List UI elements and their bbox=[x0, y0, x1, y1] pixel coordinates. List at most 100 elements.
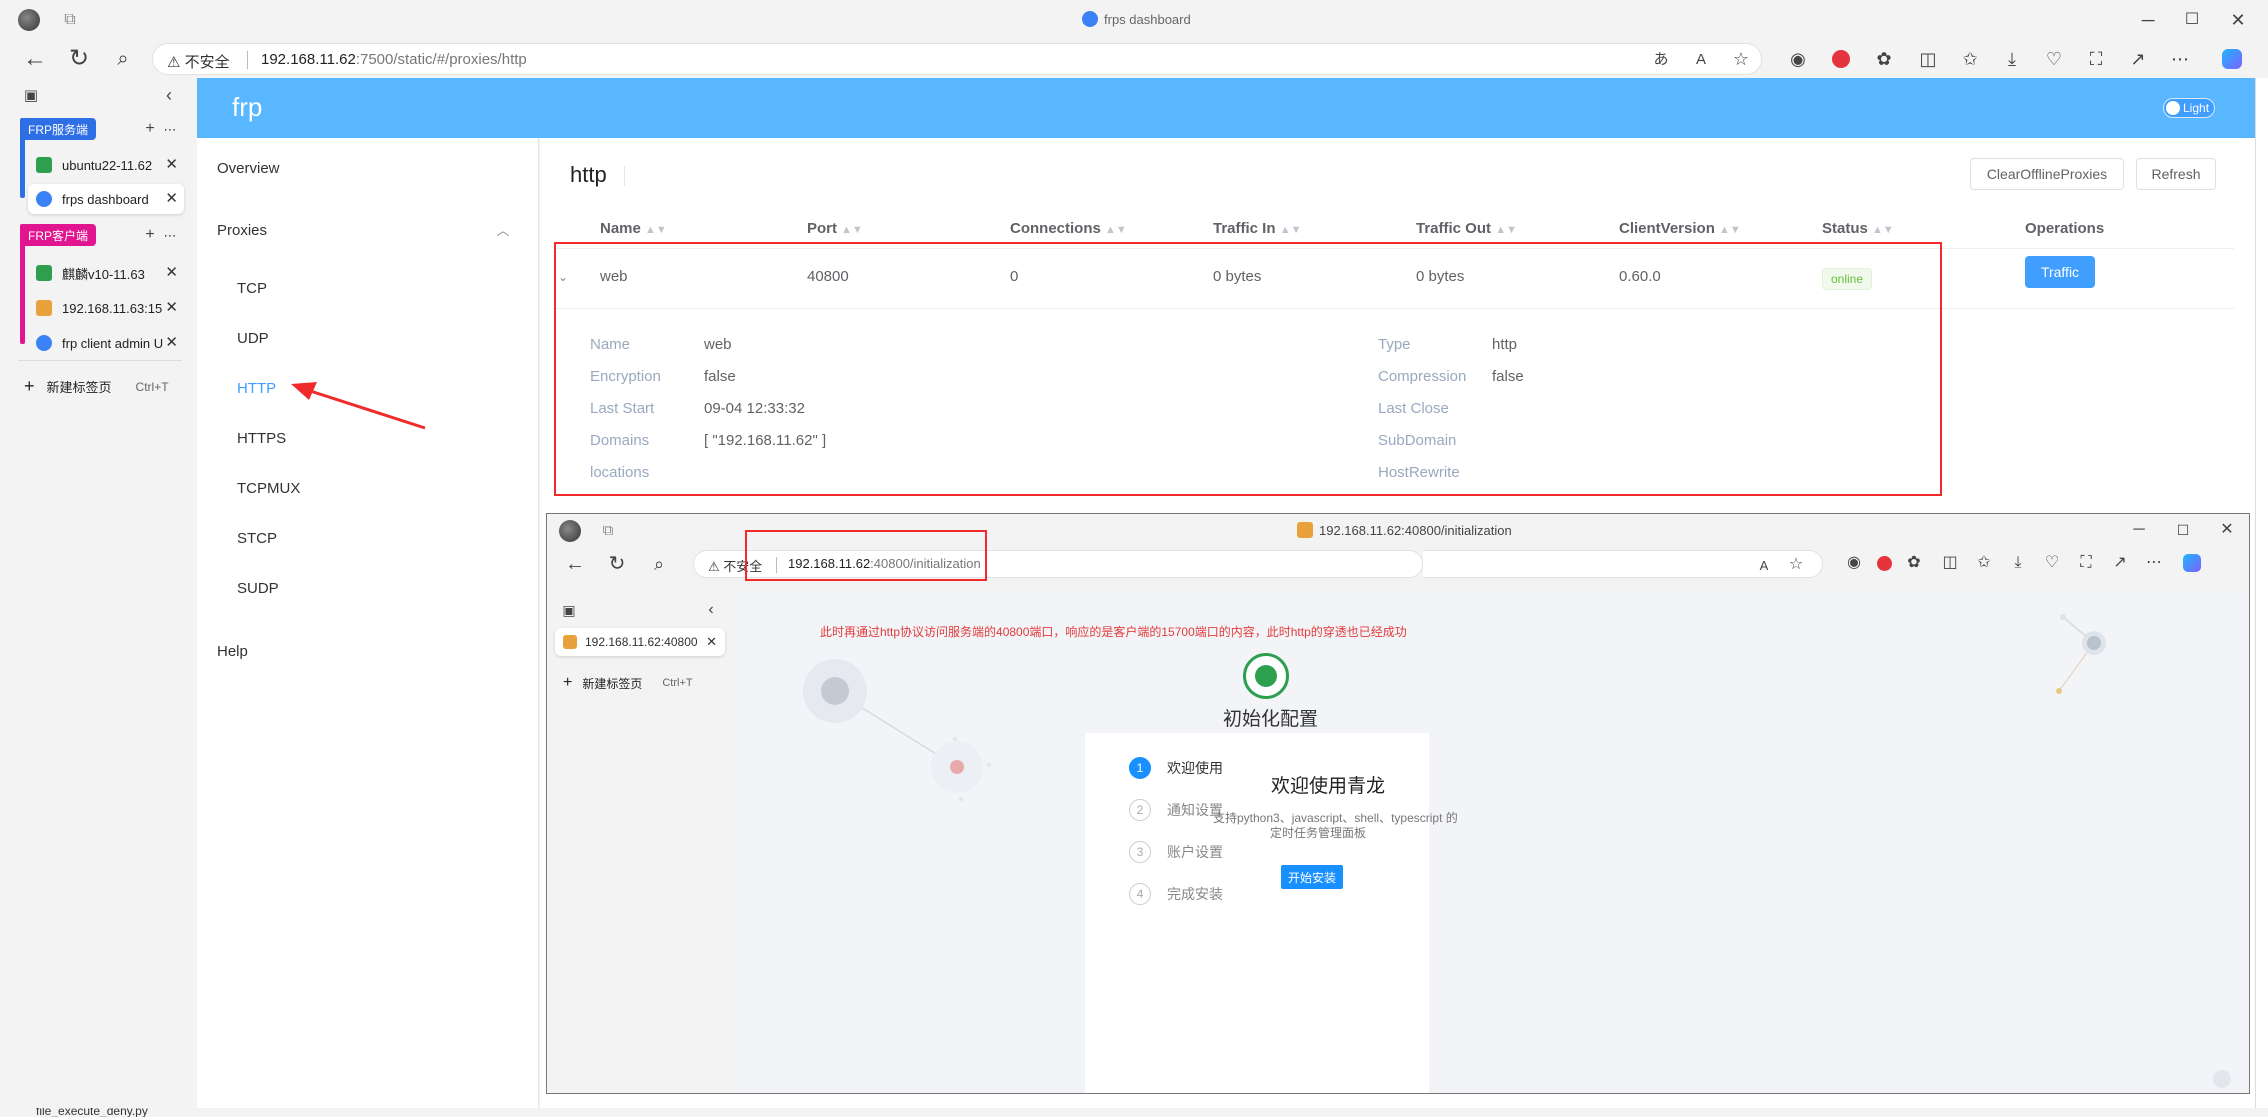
tab-frps-dashboard[interactable]: frps dashboard ✕ bbox=[28, 184, 184, 214]
group1-more-icon[interactable]: ⋯ bbox=[162, 120, 178, 138]
col-client-version[interactable]: ClientVersion ▲▼ bbox=[1619, 220, 1741, 237]
sort-icon[interactable]: ▲▼ bbox=[1495, 224, 1517, 236]
inner-puzzle-icon[interactable]: ✿ bbox=[1903, 552, 1925, 574]
inner-tab-actions-icon[interactable]: ▣ bbox=[559, 600, 579, 620]
group1-add-icon[interactable]: + bbox=[142, 120, 158, 138]
extension-record-icon[interactable]: ◉ bbox=[1786, 47, 1810, 71]
inner-downloads-icon[interactable]: ⤓ bbox=[2007, 552, 2029, 574]
inner-screenshot-icon[interactable]: ⛶ bbox=[2075, 552, 2097, 574]
search-icon[interactable]: ⌕ bbox=[110, 46, 136, 72]
traffic-button[interactable]: Traffic bbox=[2025, 256, 2095, 288]
inner-favorites-icon[interactable]: ✩ bbox=[1973, 552, 1995, 574]
performance-icon[interactable]: ♡ bbox=[2042, 47, 2066, 71]
favorites-icon[interactable]: ✩ bbox=[1958, 47, 1982, 71]
col-traffic-in[interactable]: Traffic In ▲▼ bbox=[1213, 220, 1301, 237]
sort-icon[interactable]: ▲▼ bbox=[841, 224, 863, 236]
tab-192-168-11-63[interactable]: 192.168.11.63:15 ✕ bbox=[28, 293, 184, 323]
col-port[interactable]: Port ▲▼ bbox=[807, 220, 863, 237]
frp-brand[interactable]: frp bbox=[232, 92, 262, 123]
group2-more-icon[interactable]: ⋯ bbox=[162, 226, 178, 244]
close-tab-icon[interactable]: ✕ bbox=[165, 333, 178, 351]
minimize-icon[interactable]: ─ bbox=[2136, 8, 2160, 32]
back-icon[interactable]: ← bbox=[22, 46, 48, 72]
read-aloud-icon[interactable]: A bbox=[1689, 47, 1713, 71]
maximize-icon[interactable]: ☐ bbox=[2180, 8, 2204, 32]
nav-http[interactable]: HTTP bbox=[237, 380, 276, 397]
sort-icon[interactable]: ▲▼ bbox=[1872, 224, 1894, 236]
inner-copilot-icon[interactable] bbox=[2183, 554, 2201, 572]
clear-offline-proxies-button[interactable]: ClearOfflineProxies bbox=[1970, 158, 2124, 190]
inner-performance-icon[interactable]: ♡ bbox=[2041, 552, 2063, 574]
copilot-icon[interactable] bbox=[2222, 49, 2242, 69]
col-status[interactable]: Status ▲▼ bbox=[1822, 220, 1894, 237]
close-tab-icon[interactable]: ✕ bbox=[165, 155, 178, 173]
inner-split-icon[interactable]: ◫ bbox=[1939, 552, 1961, 574]
nav-https[interactable]: HTTPS bbox=[237, 430, 286, 447]
nav-tcp[interactable]: TCP bbox=[237, 280, 267, 297]
inner-more-icon[interactable]: ⋯ bbox=[2143, 552, 2165, 574]
start-install-button[interactable]: 开始安装 bbox=[1281, 865, 1343, 889]
close-tab-icon[interactable]: ✕ bbox=[165, 298, 178, 316]
inner-maximize-icon[interactable]: ☐ bbox=[2171, 518, 2195, 542]
tab-actions-icon[interactable]: ▣ bbox=[20, 84, 42, 106]
close-tab-icon[interactable]: ✕ bbox=[165, 263, 178, 281]
col-connections[interactable]: Connections ▲▼ bbox=[1010, 220, 1127, 237]
sort-icon[interactable]: ▲▼ bbox=[1280, 224, 1302, 236]
refresh-button[interactable]: Refresh bbox=[2136, 158, 2216, 190]
split-screen-icon[interactable]: ◫ bbox=[1916, 47, 1940, 71]
nav-proxies[interactable]: Proxies bbox=[217, 222, 267, 239]
collapse-panel-icon[interactable]: ‹ bbox=[158, 84, 180, 106]
tab-kylin-v10[interactable]: 麒麟v10-11.63 ✕ bbox=[28, 258, 184, 288]
inner-close-icon[interactable]: ✕ bbox=[2215, 518, 2239, 542]
inner-share-icon[interactable]: ↗ bbox=[2109, 552, 2131, 574]
nav-tcpmux[interactable]: TCPMUX bbox=[237, 480, 300, 497]
close-window-icon[interactable]: ✕ bbox=[2226, 8, 2250, 32]
sort-icon[interactable]: ▲▼ bbox=[1719, 224, 1741, 236]
inner-collapse-icon[interactable]: ‹ bbox=[701, 600, 721, 620]
inner-profile-avatar[interactable] bbox=[559, 520, 581, 542]
address-url[interactable]: 192.168.11.62:7500/static/#/proxies/http bbox=[261, 51, 527, 68]
favorite-star-icon[interactable]: ☆ bbox=[1729, 47, 1753, 71]
tab-ubuntu22[interactable]: ubuntu22-11.62 ✕ bbox=[28, 150, 184, 180]
downloads-icon[interactable]: ⤓ bbox=[2000, 47, 2024, 71]
tab-group-frp-server[interactable]: FRP服务端 bbox=[20, 118, 97, 140]
workspaces-icon[interactable]: ⧉ bbox=[58, 8, 82, 32]
nav-udp[interactable]: UDP bbox=[237, 330, 269, 347]
inner-new-tab-button[interactable]: + 新建标签页 Ctrl+T bbox=[563, 674, 693, 692]
close-tab-icon[interactable]: ✕ bbox=[165, 189, 178, 207]
nav-overview[interactable]: Overview bbox=[217, 160, 280, 177]
translate-icon[interactable]: あ bbox=[1649, 47, 1673, 71]
nav-stcp[interactable]: STCP bbox=[237, 530, 277, 547]
inner-read-aloud-icon[interactable]: A bbox=[1753, 554, 1775, 576]
tab-group-frp-client[interactable]: FRP客户端 bbox=[20, 224, 97, 246]
inner-search-icon[interactable]: ⌕ bbox=[647, 552, 671, 576]
extensions-puzzle-icon[interactable]: ✿ bbox=[1872, 47, 1896, 71]
extension-red-icon[interactable] bbox=[1832, 50, 1850, 68]
nav-help[interactable]: Help bbox=[217, 643, 248, 660]
profile-avatar[interactable] bbox=[18, 9, 40, 31]
screenshot-icon[interactable]: ⛶ bbox=[2084, 47, 2108, 71]
share-icon[interactable]: ↗ bbox=[2126, 47, 2150, 71]
col-traffic-out[interactable]: Traffic Out ▲▼ bbox=[1416, 220, 1517, 237]
theme-toggle[interactable]: Light bbox=[2163, 98, 2215, 118]
inner-workspaces-icon[interactable]: ⧉ bbox=[597, 519, 619, 541]
sort-icon[interactable]: ▲▼ bbox=[645, 224, 667, 236]
reload-icon[interactable]: ↻ bbox=[66, 46, 92, 72]
chevron-up-icon[interactable]: ︿ bbox=[495, 222, 511, 238]
inner-back-icon[interactable]: ← bbox=[563, 552, 587, 576]
inner-close-tab-icon[interactable]: ✕ bbox=[706, 634, 717, 650]
tab-frp-client-admin[interactable]: frp client admin U ✕ bbox=[28, 328, 184, 358]
new-tab-button[interactable]: + 新建标签页 Ctrl+T bbox=[24, 376, 169, 397]
address-bar[interactable]: ⚠ 不安全 192.168.11.62:7500/static/#/proxie… bbox=[152, 43, 1762, 75]
inner-tab-qinglong[interactable]: 192.168.11.62:40800 ✕ bbox=[555, 628, 725, 656]
taskbar-file[interactable]: file_execute_deny.py bbox=[36, 1108, 148, 1117]
security-warning[interactable]: ⚠ 不安全 bbox=[167, 51, 230, 72]
col-name[interactable]: Name ▲▼ bbox=[600, 220, 667, 237]
inner-red-extension-icon[interactable] bbox=[1877, 556, 1892, 571]
group2-add-icon[interactable]: + bbox=[142, 226, 158, 244]
inner-reload-icon[interactable]: ↻ bbox=[605, 552, 629, 576]
inner-minimize-icon[interactable]: ─ bbox=[2127, 518, 2151, 542]
sort-icon[interactable]: ▲▼ bbox=[1105, 224, 1127, 236]
more-menu-icon[interactable]: ⋯ bbox=[2168, 47, 2192, 71]
nav-sudp[interactable]: SUDP bbox=[237, 580, 279, 597]
